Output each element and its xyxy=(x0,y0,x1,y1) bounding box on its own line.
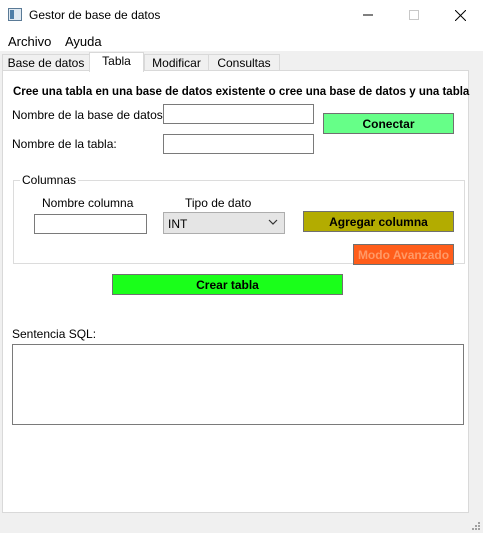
columns-group-title: Columnas xyxy=(20,173,79,187)
title-bar: Gestor de base de datos xyxy=(0,0,483,30)
maximize-icon xyxy=(409,10,419,20)
column-name-header: Nombre columna xyxy=(42,196,134,210)
add-column-button[interactable]: Agregar columna xyxy=(303,211,454,232)
close-icon xyxy=(454,9,466,21)
advanced-mode-button[interactable]: Modo Avanzado xyxy=(353,244,454,265)
data-type-header: Tipo de dato xyxy=(185,196,252,210)
sql-label: Sentencia SQL: xyxy=(12,327,97,341)
create-table-button[interactable]: Crear tabla xyxy=(112,274,343,295)
sql-textarea[interactable] xyxy=(12,344,464,425)
table-name-label: Nombre de la tabla: xyxy=(12,137,117,151)
app-icon xyxy=(8,8,22,21)
columns-group: Columnas Nombre columna Tipo de dato INT… xyxy=(13,173,465,265)
maximize-button[interactable] xyxy=(391,0,437,30)
tab-bar: Base de datos Tabla Modificar Consultas xyxy=(0,52,483,72)
db-name-input[interactable] xyxy=(163,104,314,124)
tab-tabla[interactable]: Tabla xyxy=(89,52,144,72)
minimize-button[interactable] xyxy=(345,0,391,30)
table-name-input[interactable] xyxy=(163,134,314,154)
panel-heading: Cree una tabla en una base de datos exis… xyxy=(13,86,470,98)
chevron-down-icon xyxy=(268,219,278,225)
close-button[interactable] xyxy=(437,0,483,30)
data-type-selected: INT xyxy=(168,217,188,231)
menu-ayuda[interactable]: Ayuda xyxy=(65,34,102,49)
resize-grip-icon[interactable] xyxy=(471,521,481,531)
connect-button[interactable]: Conectar xyxy=(323,113,454,134)
data-type-select[interactable]: INT xyxy=(163,212,285,234)
column-name-input[interactable] xyxy=(34,214,147,234)
window-title: Gestor de base de datos xyxy=(29,8,161,22)
menu-bar: Archivo Ayuda xyxy=(0,30,483,51)
db-name-label: Nombre de la base de datos: xyxy=(12,108,167,122)
minimize-icon xyxy=(363,14,373,16)
tabla-panel: Cree una tabla en una base de datos exis… xyxy=(2,70,469,513)
menu-archivo[interactable]: Archivo xyxy=(8,34,51,49)
